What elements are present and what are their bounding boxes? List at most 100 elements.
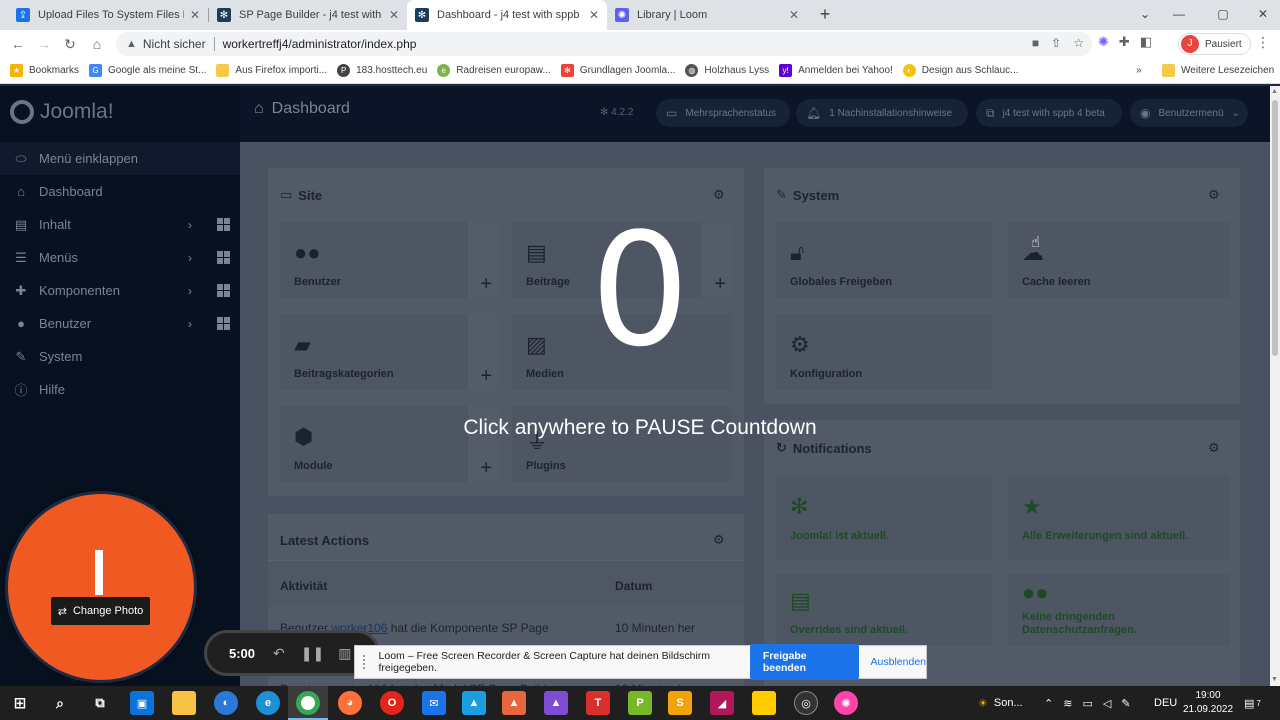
tile-global-checkin[interactable]: 🔓︎ Globales Freigeben <box>776 222 992 298</box>
edge-icon[interactable]: e <box>256 691 280 715</box>
star-icon[interactable]: ☆ <box>1073 36 1084 50</box>
dashboard-grid-icon[interactable] <box>217 317 230 330</box>
tile-configuration[interactable]: ⚙ Konfiguration <box>776 314 992 390</box>
loom-taskbar-icon[interactable]: ✺ <box>834 691 858 715</box>
security-label[interactable]: Nicht sicher <box>143 37 206 51</box>
notification-joomla-uptodate[interactable]: ✻ Joomla! ist aktuell. <box>776 476 992 560</box>
bookmark-item[interactable]: ◍ Holzhaus Lyss <box>685 64 769 77</box>
minimize-icon[interactable]: — <box>1162 0 1196 30</box>
sidebar-item-help[interactable]: ⓘ Hilfe <box>0 373 240 406</box>
multilanguage-status-button[interactable]: ▭ Mehrsprachenstatus <box>656 99 790 127</box>
back-icon[interactable]: ← <box>8 34 28 54</box>
affinity-photo-icon[interactable]: ▲ <box>544 691 568 715</box>
sidebar-item-dashboard[interactable]: ⌂ Dashboard <box>0 175 240 208</box>
bookmarks-overflow-icon[interactable]: » <box>1136 65 1142 76</box>
bookmark-item[interactable]: ✻ Grundlagen Joomla... <box>560 64 675 77</box>
dashboard-grid-icon[interactable] <box>217 218 230 231</box>
reload-icon[interactable]: ↻ <box>60 34 80 54</box>
joomla-logo[interactable]: Joomla! <box>10 100 114 124</box>
hide-button[interactable]: Ausblenden <box>871 656 926 668</box>
tab-dashboard[interactable]: ✻ Dashboard - j4 test with sppb 4 beta ✕ <box>407 0 607 30</box>
pen-icon[interactable]: ✎ <box>1121 697 1130 710</box>
app-yellow-icon[interactable] <box>752 691 776 715</box>
camera-bubble[interactable] <box>8 494 194 680</box>
volume-icon[interactable]: ◁ <box>1103 697 1111 710</box>
battery-icon[interactable]: ▭ <box>1082 697 1092 710</box>
app-pink-icon[interactable]: ◢ <box>710 691 734 715</box>
stop-sharing-button[interactable]: Freigabe beenden <box>749 644 859 680</box>
bookmark-item[interactable]: Aus Firefox importi... <box>216 64 327 77</box>
bookmark-item[interactable]: e Radreisen europaw... <box>437 64 551 77</box>
countdown-number[interactable]: 0 <box>540 205 740 375</box>
tab-search-icon[interactable]: ⌄ <box>1128 0 1162 30</box>
close-icon[interactable]: ✕ <box>789 8 799 22</box>
taskbar-clock[interactable]: 19:00 21.09.2022 <box>1180 689 1236 717</box>
bookmark-item[interactable]: ★ Bookmarks <box>10 64 79 77</box>
weather-widget[interactable]: ☀ Son... <box>978 686 1023 720</box>
add-module-button[interactable]: + <box>480 457 492 480</box>
sidebar-item-content[interactable]: ▤ Inhalt › <box>0 208 240 241</box>
forward-icon[interactable]: → <box>34 34 54 54</box>
undo-icon[interactable]: ↶ <box>273 645 285 662</box>
mail-icon[interactable]: ✉ <box>422 691 446 715</box>
sidebar-item-menus[interactable]: ☰ Menüs › <box>0 241 240 274</box>
tab-sp-page-builder[interactable]: ✻ SP Page Builder - j4 test with sppb ✕ <box>209 0 407 30</box>
firefox-icon[interactable]: ◕ <box>338 691 362 715</box>
app-p-icon[interactable]: P <box>628 691 652 715</box>
opera-icon[interactable]: O <box>380 691 404 715</box>
scrollbar-thumb[interactable] <box>1272 100 1278 356</box>
notification-extensions-uptodate[interactable]: ★ Alle Erweiterungen sind aktuell. <box>1008 476 1230 560</box>
side-panel-icon[interactable]: ◧ <box>1140 34 1152 50</box>
affinity-designer-icon[interactable]: ▲ <box>462 691 486 715</box>
sidebar-collapse[interactable]: ⬭ Menü einklappen <box>0 142 240 175</box>
tile-clear-cache[interactable]: ☁ Cache leeren <box>1008 222 1230 298</box>
wifi-icon[interactable]: ≋ <box>1063 697 1072 710</box>
tile-users[interactable]: ●● Benutzer + <box>280 222 498 298</box>
preview-site-button[interactable]: ⧉ j4 test with sppb 4 beta <box>976 99 1122 127</box>
notification-privacy-requests[interactable]: ●● Keine dringenden Datenschutzanfragen. <box>1008 574 1230 646</box>
profile-button[interactable]: J Pausiert <box>1178 33 1251 55</box>
other-bookmarks[interactable]: Weitere Lesezeichen <box>1162 64 1274 77</box>
app-circle-icon[interactable]: ◎ <box>794 691 818 715</box>
scroll-up-icon[interactable]: ▲ <box>1271 88 1278 95</box>
store-icon[interactable]: ▣ <box>130 691 154 715</box>
bookmark-item[interactable]: ◐ Design aus Schlauc... <box>902 64 1019 77</box>
bookmark-item[interactable]: G Google als meine St... <box>89 64 206 77</box>
app-icon[interactable]: ◐ <box>214 691 238 715</box>
address-input[interactable]: ▲ Nicht sicher workertreffj4/administrat… <box>116 32 1092 56</box>
pause-icon[interactable]: ❚❚ <box>301 645 324 662</box>
extension-loom-icon[interactable]: ✺ <box>1098 34 1109 50</box>
share-icon[interactable]: ⇧ <box>1051 36 1061 50</box>
sidebar-item-users[interactable]: ● Benutzer › <box>0 307 240 340</box>
scroll-down-icon[interactable]: ▼ <box>1271 676 1278 683</box>
app-t-icon[interactable]: T <box>586 691 610 715</box>
more-menu-icon[interactable]: ⋮ <box>1256 34 1270 51</box>
search-icon[interactable]: ⌕ <box>48 691 72 715</box>
bookmark-item[interactable]: P 183.hosttech.eu <box>337 64 427 77</box>
sidebar-item-system[interactable]: ✎ System <box>0 340 240 373</box>
windows-start-icon[interactable]: ⊞ <box>8 691 32 715</box>
gear-icon[interactable]: ⚙ <box>1208 187 1220 203</box>
gear-icon[interactable]: ⚙ <box>1208 440 1220 456</box>
home-icon[interactable]: ⌂ <box>87 34 107 54</box>
trash-icon[interactable]: ▥ <box>338 645 351 662</box>
add-user-button[interactable]: + <box>480 273 492 296</box>
bookmark-item[interactable]: y! Anmelden bei Yahoo! <box>779 64 893 77</box>
gear-icon[interactable]: ⚙ <box>713 187 725 203</box>
close-icon[interactable]: ✕ <box>190 8 200 22</box>
chrome-icon[interactable] <box>296 691 320 715</box>
chevron-up-icon[interactable]: ⌃ <box>1044 697 1053 710</box>
notification-overrides-uptodate[interactable]: ▤ Overrides sind aktuell. <box>776 574 992 646</box>
close-icon[interactable]: ✕ <box>389 8 399 22</box>
affinity-publisher-icon[interactable]: ▲ <box>502 691 526 715</box>
new-tab-button[interactable]: + <box>814 4 836 26</box>
tile-categories[interactable]: ▰ Beitragskategorien + <box>280 314 498 390</box>
post-install-messages-button[interactable]: 🔔︎ 1 Nachinstallationshinweise <box>796 99 968 127</box>
tab-upload-files[interactable]: ⇪ Upload Files To System Files Folder ✕ <box>8 0 208 30</box>
puzzle-icon[interactable]: ✚ <box>1119 34 1130 50</box>
dashboard-grid-icon[interactable] <box>217 251 230 264</box>
dashboard-grid-icon[interactable] <box>217 284 230 297</box>
close-icon[interactable]: ✕ <box>589 8 599 22</box>
close-window-icon[interactable]: ✕ <box>1246 0 1280 30</box>
add-category-button[interactable]: + <box>480 365 492 388</box>
